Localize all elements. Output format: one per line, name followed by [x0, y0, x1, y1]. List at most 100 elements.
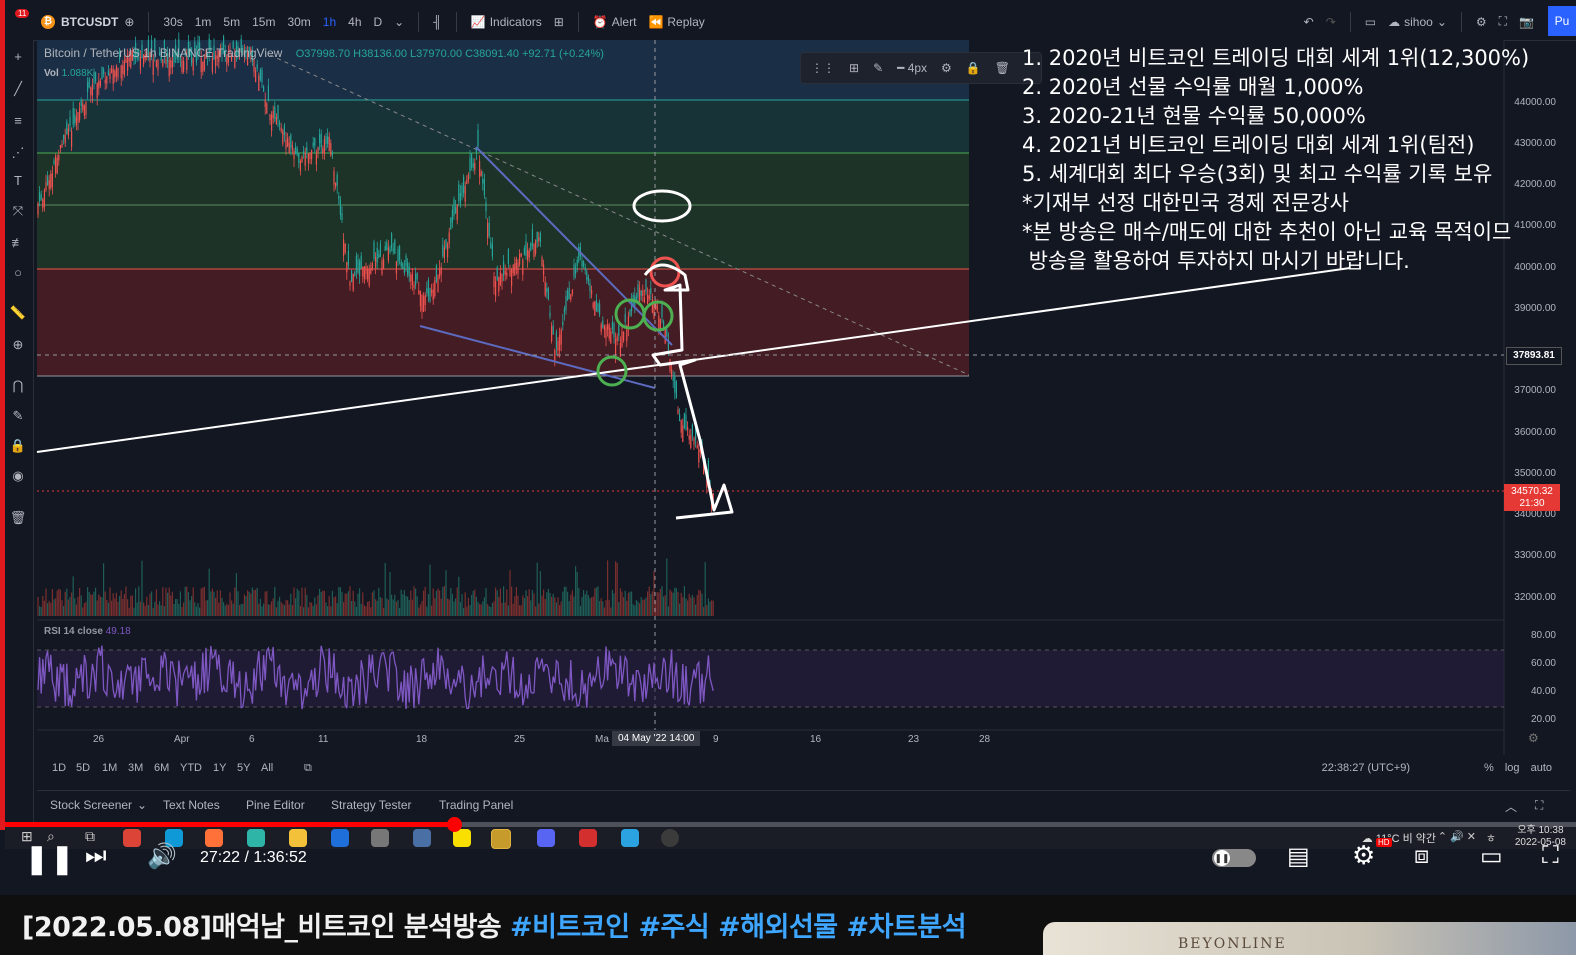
autoplay-toggle[interactable]: ❚❚ — [1212, 849, 1256, 867]
range-3m[interactable]: 3M — [128, 762, 143, 774]
volume-bar — [645, 597, 647, 616]
video-progress-bar[interactable] — [5, 817, 1576, 832]
volume-bar — [453, 601, 455, 616]
volume-bar — [349, 586, 351, 616]
volume-bar — [139, 601, 141, 616]
tab-stock-screener[interactable]: Stock Screener — [50, 798, 132, 812]
candle-body — [122, 65, 124, 74]
gear-icon[interactable]: ⚙ — [1528, 731, 1539, 745]
candle-body — [375, 257, 377, 268]
candle-body — [570, 294, 572, 300]
range-5d[interactable]: 5D — [76, 762, 90, 774]
volume-bar — [74, 598, 76, 616]
next-icon[interactable]: ⏭ — [85, 842, 107, 870]
time-tick: 23 — [908, 734, 920, 745]
candle-body — [605, 327, 607, 339]
settings-gear-icon[interactable]: ⚙ — [1352, 840, 1375, 871]
hashtag-link[interactable]: #주식 — [638, 912, 709, 943]
volume-bar — [239, 605, 241, 616]
line-width-button[interactable]: ━ 4px — [897, 61, 927, 75]
hashtag-link[interactable]: #비트코인 — [510, 912, 630, 943]
volume-bar — [237, 591, 239, 616]
volume-bar — [576, 571, 578, 616]
volume-bar — [602, 601, 604, 616]
candle-body — [648, 295, 650, 300]
trash-icon[interactable]: 🗑 — [995, 61, 1010, 75]
tab-trading-panel[interactable]: Trading Panel — [439, 798, 513, 812]
chevron-down-icon[interactable]: ⌄ — [137, 798, 147, 812]
subtitles-icon[interactable]: ▤ — [1287, 842, 1310, 871]
volume-icon[interactable]: 🔊 — [147, 842, 177, 871]
volume-bar — [611, 589, 613, 616]
chevron-up-icon[interactable]: ︿ — [1505, 798, 1517, 815]
volume-bar — [277, 600, 279, 616]
candle-body — [171, 60, 173, 68]
candle-body — [290, 134, 292, 148]
fullscreen-icon[interactable]: ⛶ — [1542, 842, 1559, 870]
candle-body — [624, 313, 626, 323]
hashtag-link[interactable]: #해외선물 — [718, 912, 838, 943]
volume-bar — [51, 589, 53, 616]
range-1d[interactable]: 1D — [52, 762, 66, 774]
lock-icon[interactable]: 🔒 — [966, 61, 981, 75]
range-5y[interactable]: 5Y — [237, 762, 250, 774]
tab-strategy-tester[interactable]: Strategy Tester — [331, 798, 411, 812]
video-frame[interactable]: 11 ₿ BTCUSDT ⊕ 30s 1m 5m 15m 30m 1h 4h D… — [0, 0, 1576, 895]
volume-bar — [199, 607, 201, 616]
volume-bar — [579, 605, 581, 616]
miniplayer-icon[interactable]: ⧈ — [1414, 842, 1429, 870]
tab-text-notes[interactable]: Text Notes — [163, 798, 220, 812]
volume-bar — [320, 591, 322, 616]
range-1y[interactable]: 1Y — [213, 762, 226, 774]
volume-bar — [365, 606, 367, 616]
volume-bar — [469, 605, 471, 616]
candle-body — [517, 262, 519, 274]
range-ytd[interactable]: YTD — [180, 762, 202, 774]
ad-banner[interactable]: BEYONLINE — [1043, 922, 1576, 955]
candle-body — [168, 60, 170, 77]
time-display: 27:22 / 1:36:52 — [200, 849, 307, 866]
goto-date-icon[interactable]: ⧉ — [304, 762, 312, 775]
range-6m[interactable]: 6M — [154, 762, 169, 774]
candle-body — [183, 61, 185, 72]
price-tick: 41000.00 — [1514, 220, 1556, 231]
drag-handle-icon[interactable]: ⋮⋮ — [811, 61, 835, 75]
volume-bar — [504, 602, 506, 616]
pause-icon[interactable]: ❚❚ — [25, 842, 76, 875]
candle-body — [293, 150, 295, 160]
candle-body — [514, 263, 516, 276]
maximize-icon[interactable]: ⛶ — [1535, 798, 1543, 813]
pencil-icon[interactable]: ✎ — [873, 61, 883, 75]
candle-body — [499, 272, 501, 286]
tab-pine-editor[interactable]: Pine Editor — [246, 798, 305, 812]
candle-body — [347, 251, 349, 266]
candle-body — [488, 223, 490, 237]
range-all[interactable]: All — [261, 762, 273, 774]
hashtag-link[interactable]: #차트분석 — [847, 912, 967, 943]
gear-icon[interactable]: ⚙ — [941, 61, 952, 75]
candle-body — [698, 448, 700, 463]
template-icon[interactable]: ⊞ — [849, 61, 859, 75]
candle-body — [42, 199, 44, 209]
candle-body — [287, 137, 289, 147]
candle-body — [341, 213, 343, 221]
volume-bar — [667, 606, 669, 616]
price-tick: 33000.00 — [1514, 550, 1556, 561]
volume-bar — [671, 591, 673, 616]
candle-body — [623, 331, 625, 341]
candle-body — [40, 194, 42, 200]
scale-options[interactable]: % log auto — [1484, 762, 1552, 774]
theater-mode-icon[interactable]: ▭ — [1480, 842, 1503, 871]
candle-body — [192, 58, 194, 71]
price-tick: 40000.00 — [1514, 262, 1556, 273]
volume-bar — [535, 606, 537, 616]
volume-bar — [426, 606, 428, 616]
candle-body — [85, 101, 87, 115]
candle-body — [395, 261, 397, 274]
volume-bar — [415, 588, 417, 616]
volume-bar — [706, 605, 708, 616]
candle-body — [453, 199, 455, 216]
range-1m[interactable]: 1M — [102, 762, 117, 774]
timezone-label[interactable]: 22:38:27 (UTC+9) — [1322, 762, 1410, 774]
candle-body — [435, 265, 437, 282]
